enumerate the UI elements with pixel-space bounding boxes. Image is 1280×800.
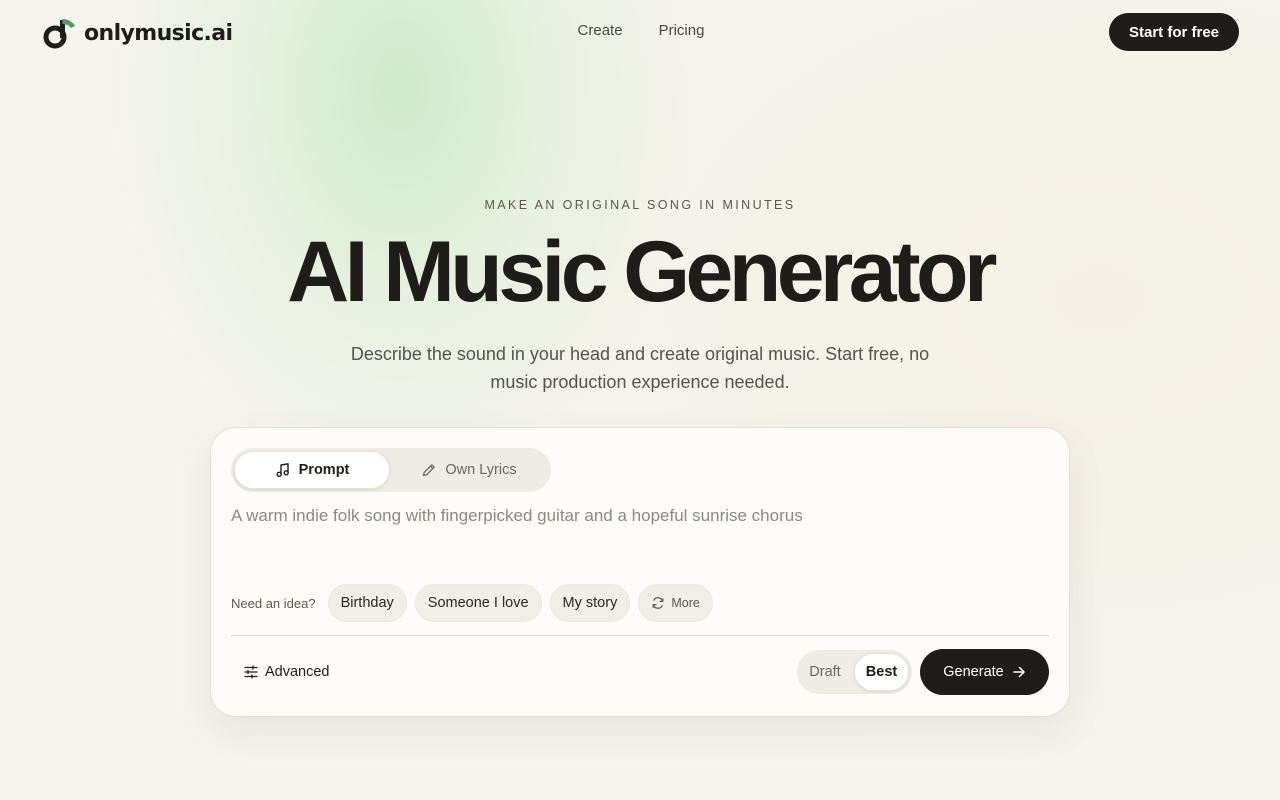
tab-prompt[interactable]: Prompt [234,451,390,489]
main-nav: Create Pricing [0,22,1280,39]
idea-chip-someone-i-love[interactable]: Someone I love [414,584,542,622]
idea-chip-label: Someone I love [427,595,529,611]
idea-chip-label: Birthday [340,595,394,611]
idea-chip-birthday[interactable]: Birthday [327,584,407,622]
quality-toggle: Draft Best [797,650,912,694]
composer-card: Prompt Own Lyrics Need an idea? Birthday… [210,427,1070,717]
arrow-right-icon [1012,666,1025,678]
hero-subtitle: Describe the sound in your head and crea… [350,344,930,392]
pencil-icon [423,464,436,477]
start-for-free-button[interactable]: Start for free [1109,13,1239,51]
ideas-label: Need an idea? [231,595,316,611]
generate-label: Generate [943,664,1004,680]
more-ideas-button[interactable]: More [638,584,713,622]
site-header: onlymusic.ai Create Pricing Start for fr… [0,0,1280,64]
refresh-icon [652,597,664,609]
nav-pricing[interactable]: Pricing [659,22,705,39]
idea-chip-label: My story [562,595,618,611]
advanced-label: Advanced [265,664,330,680]
quality-draft[interactable]: Draft [800,653,850,691]
card-divider [231,635,1049,636]
mode-switch: Prompt Own Lyrics [231,448,551,492]
page-title: AI Music Generator [287,224,997,320]
quality-best[interactable]: Best [854,653,909,691]
idea-chip-my-story[interactable]: My story [549,584,631,622]
sliders-icon [244,665,258,679]
tab-own-lyrics-label: Own Lyrics [445,462,517,478]
advanced-settings-button[interactable]: Advanced [243,660,330,684]
nav-create[interactable]: Create [578,22,623,39]
tab-own-lyrics[interactable]: Own Lyrics [391,451,547,489]
generate-button[interactable]: Generate [920,649,1049,695]
tab-prompt-label: Prompt [298,462,350,478]
music-note-icon [276,463,289,478]
song-prompt-input[interactable] [231,506,1051,566]
idea-suggestions: Need an idea? Birthday Someone I love My… [231,583,713,623]
more-ideas-label: More [671,596,700,610]
hero-eyebrow: MAKE AN ORIGINAL SONG IN MINUTES [484,198,796,212]
